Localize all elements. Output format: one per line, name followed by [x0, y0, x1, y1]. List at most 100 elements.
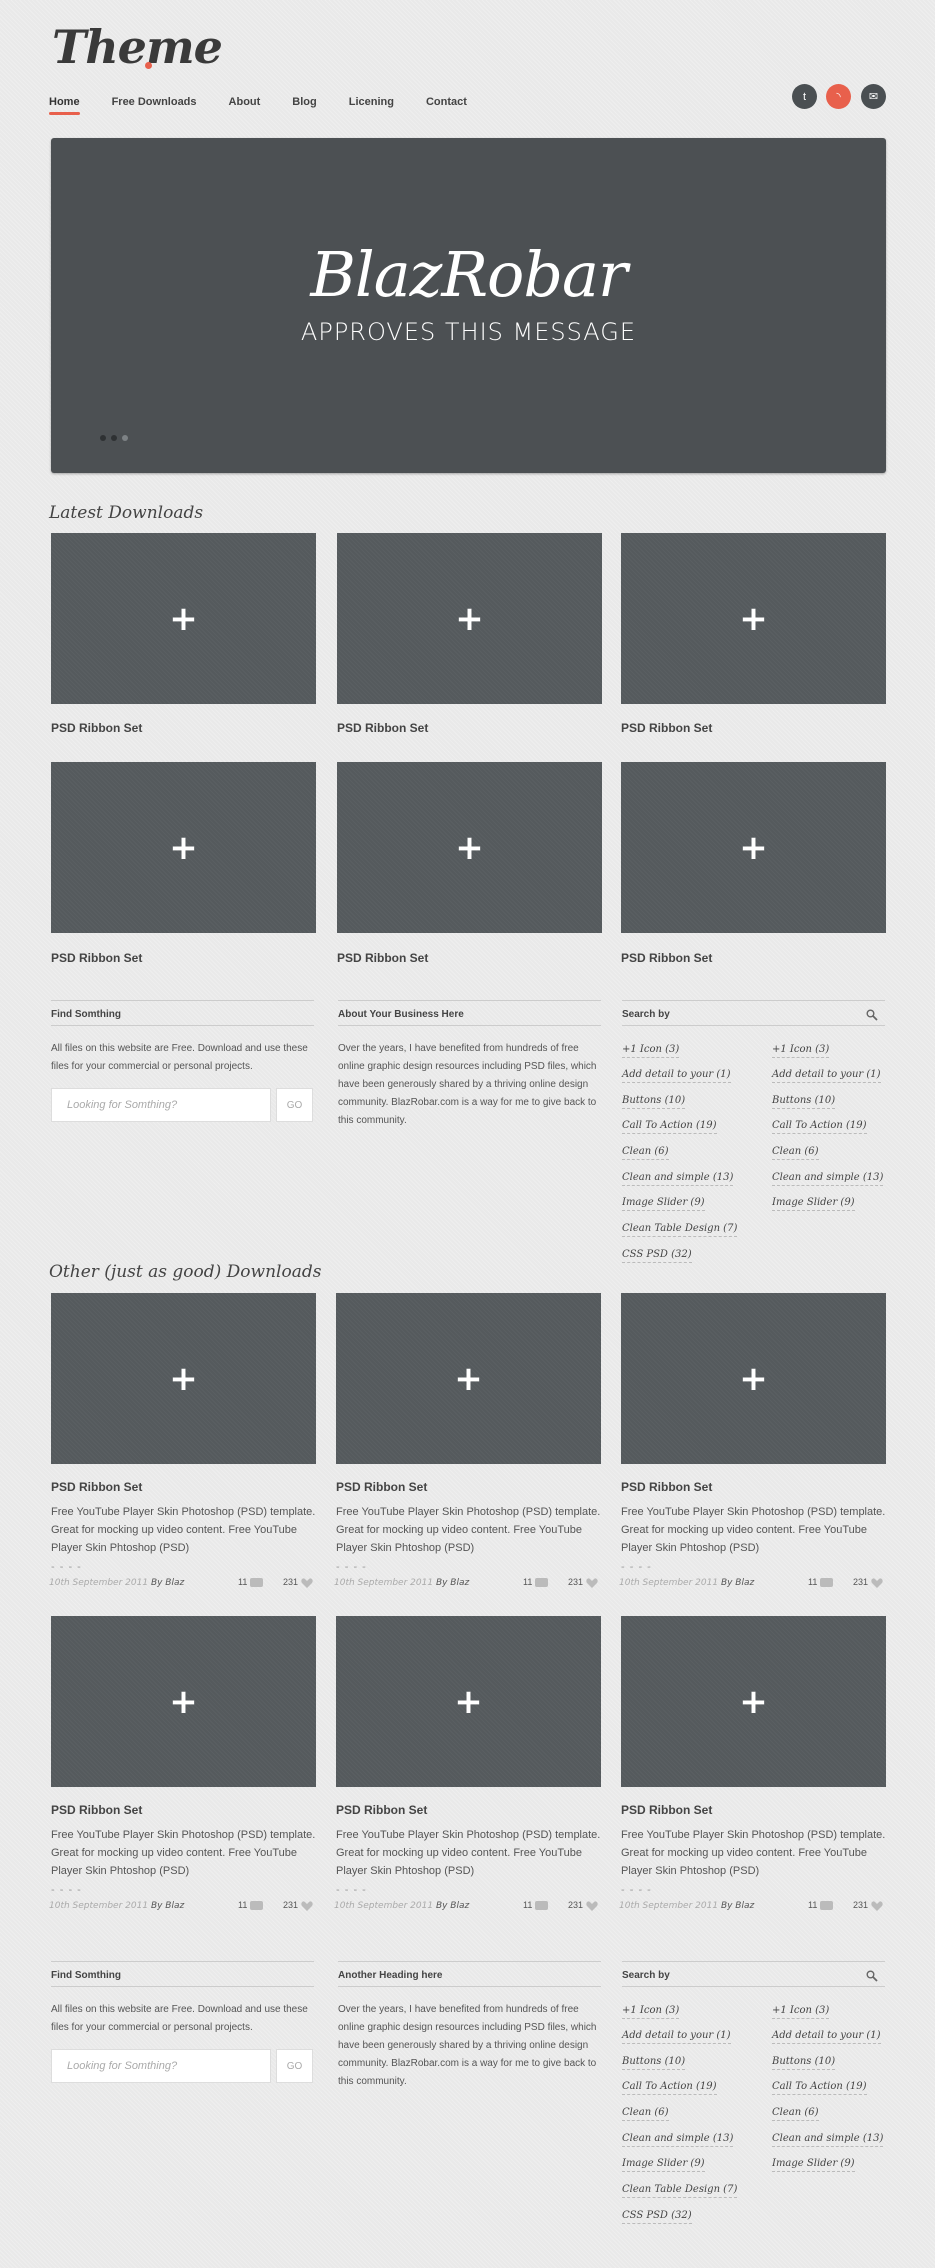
tag-link[interactable]: Clean and simple (13) [772, 2133, 884, 2147]
mail-icon[interactable]: ✉ [861, 84, 886, 109]
rss-icon[interactable]: ◝ [826, 84, 851, 109]
comment-count[interactable]: 11 [808, 1900, 833, 1911]
download-title[interactable]: PSD Ribbon Set [51, 951, 142, 965]
post-author[interactable]: By Blaz [151, 1901, 184, 1911]
post-author[interactable]: By Blaz [721, 1901, 754, 1911]
download-thumb[interactable]: + [51, 533, 316, 704]
comment-count[interactable]: 11 [238, 1577, 263, 1588]
download-title[interactable]: PSD Ribbon Set [336, 1480, 427, 1494]
download-thumb[interactable]: + [51, 1293, 316, 1464]
slider-dot[interactable] [111, 435, 117, 441]
tag-link[interactable]: Clean (6) [622, 2107, 669, 2121]
hero-slider[interactable]: BlazRobar APPROVES THIS MESSAGE [51, 138, 886, 473]
tag-link[interactable]: Buttons (10) [772, 1095, 836, 1109]
go-button[interactable]: GO [276, 2049, 313, 2083]
tag-link[interactable]: +1 Icon (3) [622, 1044, 680, 1058]
download-title[interactable]: PSD Ribbon Set [621, 1480, 712, 1494]
download-thumb[interactable]: + [621, 762, 886, 933]
nav-blog[interactable]: Blog [292, 96, 316, 108]
comment-count[interactable]: 11 [523, 1900, 548, 1911]
download-thumb[interactable]: + [51, 762, 316, 933]
download-thumb[interactable]: + [336, 1616, 601, 1787]
nav-contact[interactable]: Contact [426, 96, 467, 108]
like-count[interactable]: 231 [568, 1577, 598, 1588]
download-title[interactable]: PSD Ribbon Set [51, 721, 142, 735]
tag-link[interactable]: Image Slider (9) [622, 1197, 705, 1211]
download-thumb[interactable]: + [51, 1616, 316, 1787]
download-title[interactable]: PSD Ribbon Set [51, 1803, 142, 1817]
download-title[interactable]: PSD Ribbon Set [621, 1803, 712, 1817]
comment-count[interactable]: 11 [523, 1577, 548, 1588]
tag-link[interactable]: Add detail to your (1) [622, 2030, 731, 2044]
comment-count[interactable]: 11 [238, 1900, 263, 1911]
tag-link[interactable]: Buttons (10) [622, 1095, 686, 1109]
tag-link[interactable]: Add detail to your (1) [772, 1069, 881, 1083]
tag-link[interactable]: Call To Action (19) [622, 2081, 717, 2095]
nav-home[interactable]: Home [49, 96, 80, 115]
post-author[interactable]: By Blaz [721, 1578, 754, 1588]
download-title[interactable]: PSD Ribbon Set [336, 1803, 427, 1817]
like-count[interactable]: 231 [853, 1900, 883, 1911]
search-icon[interactable] [866, 1970, 878, 1982]
tag-link[interactable]: +1 Icon (3) [622, 2005, 680, 2019]
download-thumb[interactable]: + [621, 533, 886, 704]
tag-link[interactable]: Clean (6) [772, 1146, 819, 1160]
slider-dot[interactable] [100, 435, 106, 441]
tag-link[interactable]: Call To Action (19) [772, 2081, 867, 2095]
tag-link[interactable]: Clean Table Design (7) [622, 1223, 738, 1237]
download-title[interactable]: PSD Ribbon Set [621, 721, 712, 735]
tag-link[interactable]: CSS PSD (32) [622, 1249, 692, 1263]
download-thumb[interactable]: + [621, 1293, 886, 1464]
download-title[interactable]: PSD Ribbon Set [337, 721, 428, 735]
download-title[interactable]: PSD Ribbon Set [621, 951, 712, 965]
tag-link[interactable]: Add detail to your (1) [622, 1069, 731, 1083]
site-logo[interactable]: Theme [52, 20, 223, 74]
search-icon[interactable] [866, 1009, 878, 1021]
comment-count[interactable]: 11 [808, 1577, 833, 1588]
download-thumb[interactable]: + [337, 762, 602, 933]
tag-link[interactable]: Clean (6) [622, 1146, 669, 1160]
tag-link[interactable]: Image Slider (9) [772, 2158, 855, 2172]
tag-link[interactable]: Image Slider (9) [622, 2158, 705, 2172]
comment-count-value: 11 [523, 1577, 533, 1587]
tag-link[interactable]: Image Slider (9) [772, 1197, 855, 1211]
search-input[interactable]: Looking for Somthing? [51, 1088, 271, 1122]
like-count[interactable]: 231 [568, 1900, 598, 1911]
post-date: 10th September 2011 [49, 1578, 149, 1588]
download-description: Free YouTube Player Skin Photoshop (PSD)… [51, 1506, 316, 1554]
tag-link[interactable]: Add detail to your (1) [772, 2030, 881, 2044]
like-count[interactable]: 231 [283, 1900, 313, 1911]
twitter-icon[interactable]: t [792, 84, 817, 109]
download-title[interactable]: PSD Ribbon Set [51, 1480, 142, 1494]
nav-free-downloads[interactable]: Free Downloads [112, 96, 197, 108]
post-author[interactable]: By Blaz [436, 1578, 469, 1588]
tag-link[interactable]: CSS PSD (32) [622, 2210, 692, 2224]
nav-about[interactable]: About [229, 96, 261, 108]
divider [338, 1025, 601, 1026]
download-title[interactable]: PSD Ribbon Set [337, 951, 428, 965]
post-author[interactable]: By Blaz [436, 1901, 469, 1911]
tag-link[interactable]: +1 Icon (3) [772, 2005, 830, 2019]
tag-link[interactable]: Buttons (10) [772, 2056, 836, 2070]
tag-link[interactable]: Clean Table Design (7) [622, 2184, 738, 2198]
download-thumb[interactable]: + [621, 1616, 886, 1787]
nav-licening[interactable]: Licening [349, 96, 394, 108]
post-author[interactable]: By Blaz [151, 1578, 184, 1588]
tag-link[interactable]: Call To Action (19) [772, 1120, 867, 1134]
tag-link[interactable]: Clean (6) [772, 2107, 819, 2121]
go-button[interactable]: GO [276, 1088, 313, 1122]
tag-link[interactable]: Clean and simple (13) [622, 2133, 734, 2147]
download-thumb[interactable]: + [337, 533, 602, 704]
like-count[interactable]: 231 [853, 1577, 883, 1588]
slider-dot-active[interactable] [122, 435, 128, 441]
tag-link[interactable]: Clean and simple (13) [622, 1172, 734, 1186]
tag-link[interactable]: Call To Action (19) [622, 1120, 717, 1134]
tag-link[interactable]: Clean and simple (13) [772, 1172, 884, 1186]
like-count[interactable]: 231 [283, 1577, 313, 1588]
comment-icon [534, 1901, 548, 1911]
download-thumb[interactable]: + [336, 1293, 601, 1464]
tag-link[interactable]: +1 Icon (3) [772, 1044, 830, 1058]
tag-link[interactable]: Buttons (10) [622, 2056, 686, 2070]
search-input[interactable]: Looking for Somthing? [51, 2049, 271, 2083]
post-meta: 10th September 2011 By Blaz [49, 1578, 184, 1588]
